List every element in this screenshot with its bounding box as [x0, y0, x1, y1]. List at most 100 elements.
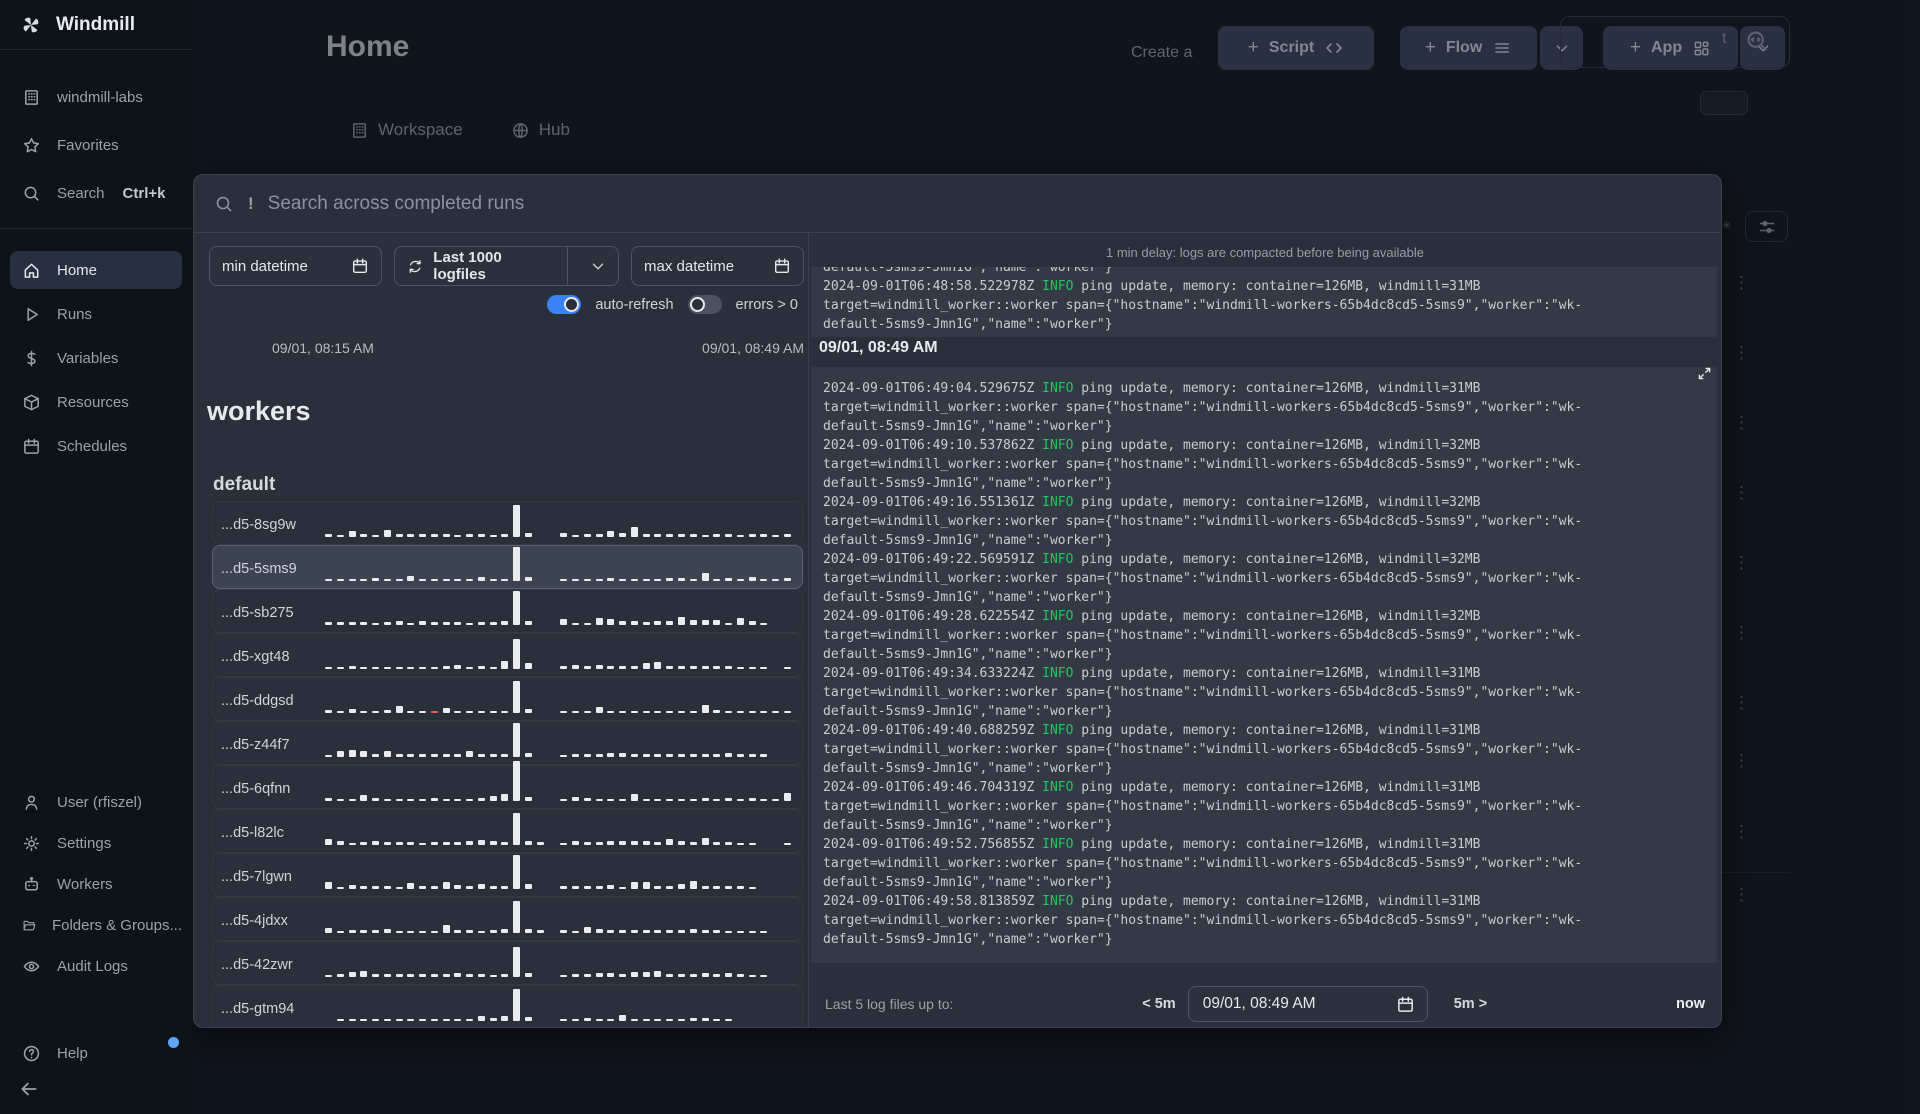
sidebar-item-label: Runs — [57, 305, 93, 323]
logfiles-label: Last 1000 logfiles — [433, 249, 502, 283]
worker-activity-sparkline — [325, 544, 791, 588]
worker-name: ...d5-xgt48 — [221, 649, 290, 665]
worker-name: ...d5-7lgwn — [221, 869, 292, 885]
sidebar-item-workers[interactable]: Workers — [10, 865, 182, 903]
workers-column: min datetime Last 1000 logfiles max date… — [194, 233, 809, 1027]
search-mode-prefix: ! — [248, 193, 254, 213]
errors-label: errors > 0 — [735, 296, 798, 313]
sidebar-item-user[interactable]: User (rfiszel) — [10, 783, 182, 821]
sidebar-item-label: windmill-labs — [57, 88, 143, 106]
collapse-sidebar-icon[interactable] — [18, 1078, 40, 1100]
worker-name: ...d5-sb275 — [221, 605, 294, 621]
sidebar-item-variables[interactable]: Variables — [10, 339, 182, 377]
sidebar-item-runs[interactable]: Runs — [10, 295, 182, 333]
sidebar-item-audit-logs[interactable]: Audit Logs — [10, 947, 182, 985]
sidebar-item-label: User (rfiszel) — [57, 793, 142, 811]
sidebar-item-resources[interactable]: Resources — [10, 383, 182, 421]
completed-runs-search-modal: ! min datetime Last 1000 logfiles — [193, 174, 1722, 1028]
worker-activity-sparkline — [325, 676, 791, 720]
gear-icon — [23, 835, 40, 851]
worker-row[interactable]: ...d5-4jdxx — [212, 897, 803, 941]
user-icon — [25, 795, 38, 810]
sidebar-item-label: Help — [57, 1044, 88, 1062]
range-start: 09/01, 08:15 AM — [272, 340, 374, 356]
chevron-down-icon[interactable] — [578, 257, 618, 275]
cube-icon — [24, 394, 39, 410]
min-datetime-label: min datetime — [222, 257, 308, 275]
divider — [567, 247, 568, 285]
sparkline-time-range: 09/01, 08:15 AM 09/01, 08:49 AM — [194, 340, 808, 356]
worker-row[interactable]: ...d5-5sms9 — [212, 545, 803, 589]
logfiles-count-dropdown[interactable]: Last 1000 logfiles — [394, 246, 619, 286]
log-datetime-picker[interactable]: 09/01, 08:49 AM — [1187, 986, 1428, 1022]
log-panel: 1 min delay: logs are compacted before b… — [809, 233, 1721, 1027]
play-icon — [27, 307, 38, 321]
brand[interactable]: Windmill — [0, 0, 192, 50]
worker-row[interactable]: ...d5-7lgwn — [212, 853, 803, 897]
sidebar-item-search[interactable]: Search Ctrl+k — [10, 174, 182, 212]
sidebar-item-label: Resources — [57, 393, 129, 411]
folder-icon — [23, 920, 36, 930]
worker-row[interactable]: ...d5-xgt48 — [212, 633, 803, 677]
worker-row[interactable]: ...d5-l82lc — [212, 809, 803, 853]
worker-activity-sparkline — [325, 588, 791, 632]
worker-name: ...d5-42zwr — [221, 957, 293, 973]
log-block-current[interactable]: 2024-09-01T06:49:04.529675Z INFO ping up… — [811, 367, 1717, 963]
back-5m-button[interactable]: < 5m — [1142, 996, 1175, 1012]
worker-group-heading: default — [213, 474, 276, 495]
errors-toggle[interactable] — [687, 295, 722, 314]
search-shortcut: Ctrl+k — [122, 184, 166, 202]
log-section-header: 09/01, 08:49 AM — [819, 339, 938, 356]
worker-row[interactable]: ...d5-6qfnn — [212, 761, 803, 809]
forward-5m-button[interactable]: 5m > — [1454, 996, 1487, 1012]
sidebar-item-home[interactable]: Home — [10, 251, 182, 289]
modal-search-bar: ! — [194, 175, 1721, 233]
sidebar-item-favorites[interactable]: Favorites — [10, 126, 182, 164]
worker-activity-sparkline — [325, 896, 791, 940]
worker-activity-sparkline — [325, 632, 791, 676]
max-datetime-picker[interactable]: max datetime — [631, 246, 804, 286]
sidebar-item-schedules[interactable]: Schedules — [10, 427, 182, 465]
worker-activity-sparkline — [325, 808, 791, 852]
robot-icon — [25, 876, 38, 890]
sidebar-item-label: Home — [57, 261, 98, 279]
sidebar-item-label: Schedules — [57, 437, 128, 455]
worker-name: ...d5-5sms9 — [221, 561, 297, 577]
worker-activity-sparkline — [325, 984, 791, 1027]
max-datetime-label: max datetime — [644, 257, 735, 275]
sidebar-item-label: Favorites — [57, 136, 119, 154]
log-datetime-value: 09/01, 08:49 AM — [1202, 995, 1316, 1012]
expand-log-icon[interactable] — [1696, 365, 1713, 382]
worker-name: ...d5-ddgsd — [221, 693, 294, 709]
worker-row[interactable]: ...d5-gtm94 — [212, 984, 803, 1027]
log-filters: min datetime Last 1000 logfiles max date… — [209, 246, 804, 286]
now-button[interactable]: now — [1676, 996, 1705, 1012]
worker-name: ...d5-l82lc — [221, 825, 284, 841]
log-delay-notice: 1 min delay: logs are compacted before b… — [1106, 245, 1424, 260]
worker-row[interactable]: ...d5-42zwr — [212, 941, 803, 985]
worker-row[interactable]: ...d5-z44f7 — [212, 721, 803, 765]
divider — [0, 228, 192, 229]
sidebar-item-folders-groups[interactable]: Folders & Groups... — [10, 906, 182, 944]
log-footer: Last 5 log files up to: < 5m 09/01, 08:4… — [809, 980, 1721, 1027]
sidebar-item-settings[interactable]: Settings — [10, 824, 182, 862]
calendar-icon — [352, 258, 368, 274]
search-input[interactable] — [267, 192, 1701, 215]
worker-row[interactable]: ...d5-ddgsd — [212, 677, 803, 721]
worker-name: ...d5-4jdxx — [221, 913, 288, 929]
worker-row[interactable]: ...d5-sb275 — [212, 589, 803, 633]
workers-list: ...d5-8sg9w ...d5-5sms9 ...d5-sb275 ...d5-x… — [212, 501, 803, 1027]
windmill-logo-icon — [23, 17, 39, 32]
log-block-previous: default-5sms9-Jmn1G","name":"worker"} 202… — [811, 267, 1717, 337]
sidebar-item-label: Audit Logs — [57, 957, 128, 975]
dollar-icon — [27, 350, 36, 366]
sidebar-item-workspace[interactable]: windmill-labs — [10, 78, 182, 116]
worker-activity-sparkline — [325, 940, 791, 984]
sidebar-item-help[interactable]: Help — [10, 1034, 182, 1072]
min-datetime-picker[interactable]: min datetime — [209, 246, 382, 286]
worker-name: ...d5-z44f7 — [221, 737, 290, 753]
auto-refresh-toggle[interactable] — [547, 295, 582, 314]
worker-row[interactable]: ...d5-8sg9w — [212, 501, 803, 545]
refresh-icon — [409, 259, 421, 273]
worker-activity-sparkline — [325, 761, 791, 808]
